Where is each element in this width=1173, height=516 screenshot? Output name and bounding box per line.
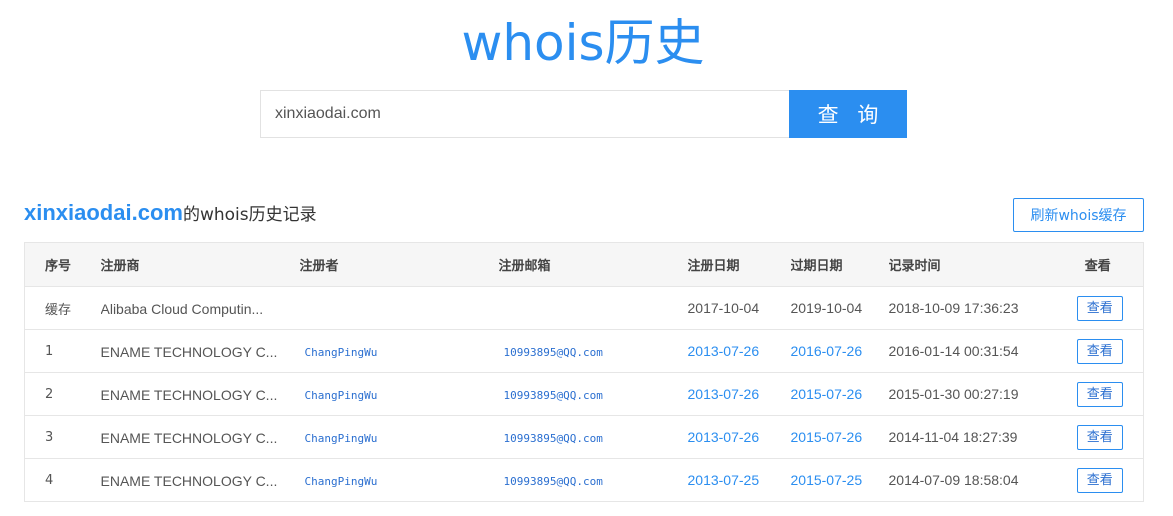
row-reg-date: 2013-07-26	[687, 415, 791, 459]
row-index: 1	[24, 329, 101, 373]
registrar-text: ENAME TECHNOLOGY C...	[100, 429, 278, 446]
row-record-time: 2014-07-09 18:58:04	[888, 458, 1053, 502]
row-exp-date: 2015-07-26	[790, 372, 889, 416]
registrant-link[interactable]: ChangPingWu	[300, 432, 378, 445]
column-header-registrant: 注册者	[299, 242, 499, 287]
column-header-record-time: 记录时间	[888, 242, 1053, 287]
row-registrar: ENAME TECHNOLOGY C...	[100, 415, 300, 459]
row-index: 2	[24, 372, 101, 416]
row-reg-date: 2017-10-04	[687, 286, 791, 330]
row-view-cell: 查看	[1052, 372, 1144, 416]
row-exp-date: 2015-07-25	[790, 458, 889, 502]
row-registrant: ChangPingWu	[299, 372, 499, 416]
view-button[interactable]: 查看	[1076, 424, 1123, 450]
row-registrant: ChangPingWu	[299, 458, 499, 502]
email-link[interactable]: 10993895@QQ.com	[499, 432, 603, 445]
reg-date-link[interactable]: 2013-07-26	[688, 386, 760, 402]
view-button[interactable]: 查看	[1076, 467, 1123, 493]
whois-history-table: 序号 注册商 注册者 注册邮箱 注册日期 过期日期 记录时间 查看 缓存 Ali…	[24, 242, 1144, 502]
email-link[interactable]: 10993895@QQ.com	[499, 475, 603, 488]
registrar-text: Alibaba Cloud Computin...	[100, 300, 264, 317]
exp-date-link[interactable]: 2016-07-26	[791, 343, 863, 359]
section-title: xinxiaodai.com 的whois历史记录	[24, 200, 317, 232]
registrant-link[interactable]: ChangPingWu	[300, 475, 378, 488]
table-row: 4 ENAME TECHNOLOGY C... ChangPingWu 1099…	[24, 458, 1144, 502]
row-view-cell: 查看	[1052, 329, 1144, 373]
row-registrar: Alibaba Cloud Computin...	[100, 286, 300, 330]
table-row: 2 ENAME TECHNOLOGY C... ChangPingWu 1099…	[24, 372, 1144, 416]
row-view-cell: 查看	[1052, 286, 1144, 330]
row-exp-date: 2015-07-26	[790, 415, 889, 459]
row-record-time: 2016-01-14 00:31:54	[888, 329, 1053, 373]
column-header-email: 注册邮箱	[498, 242, 688, 287]
column-header-exp-date: 过期日期	[790, 242, 889, 287]
row-record-time: 2018-10-09 17:36:23	[888, 286, 1053, 330]
row-reg-date: 2013-07-25	[687, 458, 791, 502]
exp-date-link[interactable]: 2015-07-25	[791, 472, 863, 488]
view-button[interactable]: 查看	[1076, 295, 1123, 321]
registrar-text: ENAME TECHNOLOGY C...	[100, 343, 278, 360]
column-header-reg-date: 注册日期	[687, 242, 791, 287]
row-registrar: ENAME TECHNOLOGY C...	[100, 372, 300, 416]
row-email	[498, 286, 688, 330]
reg-date-link[interactable]: 2013-07-25	[688, 472, 760, 488]
row-record-time: 2014-11-04 18:27:39	[888, 415, 1053, 459]
registrant-link[interactable]	[300, 303, 305, 316]
column-header-registrar: 注册商	[100, 242, 300, 287]
page-title: whois历史	[461, 14, 705, 72]
exp-date-link[interactable]: 2015-07-26	[791, 429, 863, 445]
row-view-cell: 查看	[1052, 458, 1144, 502]
row-email: 10993895@QQ.com	[498, 415, 688, 459]
table-row: 缓存 Alibaba Cloud Computin... 2017-10-04 …	[24, 286, 1144, 330]
view-button[interactable]: 查看	[1076, 381, 1123, 407]
row-index: 缓存	[24, 286, 101, 330]
exp-date-link[interactable]: 2015-07-26	[791, 386, 863, 402]
registrant-link[interactable]: ChangPingWu	[300, 346, 378, 359]
row-view-cell: 查看	[1052, 415, 1144, 459]
reg-date-link[interactable]: 2013-07-26	[688, 343, 760, 359]
email-link[interactable]	[499, 303, 504, 316]
row-registrar: ENAME TECHNOLOGY C...	[100, 329, 300, 373]
reg-date-link[interactable]: 2013-07-26	[688, 429, 760, 445]
table-header: 序号 注册商 注册者 注册邮箱 注册日期 过期日期 记录时间 查看	[24, 242, 1144, 287]
row-reg-date: 2013-07-26	[687, 329, 791, 373]
refresh-whois-cache-button[interactable]: 刷新whois缓存	[1013, 198, 1144, 232]
row-index: 4	[24, 458, 101, 502]
row-reg-date: 2013-07-26	[687, 372, 791, 416]
row-registrar: ENAME TECHNOLOGY C...	[100, 458, 300, 502]
email-link[interactable]: 10993895@QQ.com	[499, 389, 603, 402]
search-bar: 查 询	[260, 90, 907, 138]
query-button[interactable]: 查 询	[789, 90, 907, 138]
email-link[interactable]: 10993895@QQ.com	[499, 346, 603, 359]
row-record-time: 2015-01-30 00:27:19	[888, 372, 1053, 416]
row-registrant: ChangPingWu	[299, 415, 499, 459]
view-button[interactable]: 查看	[1076, 338, 1123, 364]
registrar-text: ENAME TECHNOLOGY C...	[100, 472, 278, 489]
row-exp-date: 2019-10-04	[790, 286, 889, 330]
column-header-view: 查看	[1052, 242, 1144, 287]
row-email: 10993895@QQ.com	[498, 458, 688, 502]
table-header-row: 序号 注册商 注册者 注册邮箱 注册日期 过期日期 记录时间 查看	[24, 242, 1144, 287]
row-email: 10993895@QQ.com	[498, 329, 688, 373]
domain-search-input[interactable]	[260, 90, 789, 138]
registrar-text: ENAME TECHNOLOGY C...	[100, 386, 278, 403]
section-suffix: 的whois历史记录	[182, 205, 317, 225]
table-body: 缓存 Alibaba Cloud Computin... 2017-10-04 …	[24, 286, 1144, 502]
row-exp-date: 2016-07-26	[790, 329, 889, 373]
section-domain: xinxiaodai.com	[24, 200, 183, 225]
row-registrant	[299, 286, 499, 330]
table-row: 1 ENAME TECHNOLOGY C... ChangPingWu 1099…	[24, 329, 1144, 373]
row-email: 10993895@QQ.com	[498, 372, 688, 416]
column-header-index: 序号	[24, 242, 101, 287]
row-index: 3	[24, 415, 101, 459]
row-registrant: ChangPingWu	[299, 329, 499, 373]
table-row: 3 ENAME TECHNOLOGY C... ChangPingWu 1099…	[24, 415, 1144, 459]
registrant-link[interactable]: ChangPingWu	[300, 389, 378, 402]
